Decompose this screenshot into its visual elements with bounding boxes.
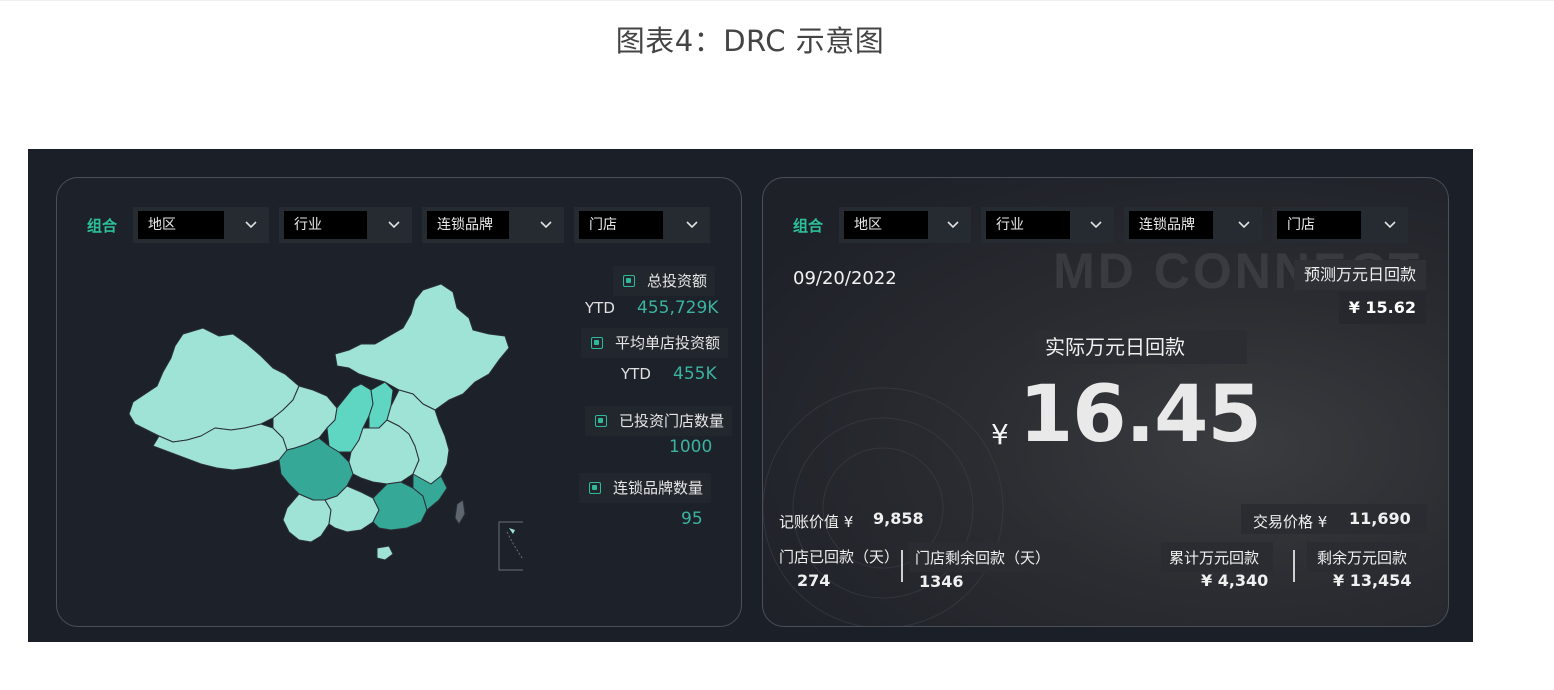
metric-label: 平均单店投资额: [615, 334, 721, 352]
store-dropdown[interactable]: 门店: [1272, 207, 1408, 243]
map-region-taiwan: [454, 499, 466, 525]
drc-dashboard: 组合 地区 行业 连锁品牌 门店 总投资额 YTD 455,729K 平均单店投…: [28, 149, 1473, 642]
legend-total-investment[interactable]: 总投资额: [613, 266, 716, 296]
trade-price-value: 11,690: [1349, 509, 1411, 528]
chevron-down-icon: [686, 221, 698, 229]
chevron-down-icon: [1238, 221, 1250, 229]
forecast-label: 预测万元日回款: [1294, 260, 1426, 290]
dropdown-label: 地区: [844, 211, 928, 239]
divider: [1293, 550, 1295, 582]
metric-label: 总投资额: [647, 272, 708, 290]
returned-days-label: 门店已回款（天）: [779, 548, 900, 566]
book-value-label: 记账价值 ¥: [779, 513, 854, 531]
actual-return-label: 实际万元日回款: [1035, 330, 1247, 364]
industry-dropdown[interactable]: 行业: [279, 207, 412, 243]
map-region-hainan: [376, 545, 394, 561]
chevron-down-icon: [1090, 221, 1102, 229]
region-dropdown[interactable]: 地区: [133, 207, 269, 243]
dropdown-label: 连锁品牌: [1129, 211, 1213, 239]
forecast-return: 预测万元日回款 ¥ 15.62: [1294, 260, 1426, 324]
chevron-down-icon: [245, 221, 257, 229]
store-dropdown[interactable]: 门店: [574, 207, 710, 243]
ytd-label: YTD: [621, 365, 651, 383]
returned-days-value: 274: [797, 571, 831, 590]
remaining-days-value: 1346: [919, 572, 964, 591]
dropdown-label: 连锁品牌: [427, 211, 509, 239]
chain-brand-dropdown[interactable]: 连锁品牌: [1124, 207, 1262, 243]
total-investment-value: 455,729K: [637, 298, 719, 318]
currency-symbol: ¥: [991, 418, 1009, 451]
stores-invested-value: 1000: [669, 437, 713, 457]
chevron-down-icon: [388, 221, 400, 229]
book-value: 9,858: [873, 509, 924, 528]
industry-dropdown[interactable]: 行业: [981, 207, 1114, 243]
top-divider: [0, 0, 1554, 1]
legend-avg-investment[interactable]: 平均单店投资额: [581, 328, 729, 358]
legend-chain-brands[interactable]: 连锁品牌数量: [579, 473, 712, 503]
chevron-down-icon: [947, 221, 959, 229]
legend-stores-invested[interactable]: 已投资门店数量: [585, 406, 733, 436]
forecast-value: ¥ 15.62: [1338, 292, 1426, 324]
trade-price-label: 交易价格 ¥: [1253, 513, 1328, 531]
chevron-down-icon: [1384, 221, 1396, 229]
dropdown-label: 门店: [1277, 211, 1361, 239]
ytd-label: YTD: [585, 299, 615, 317]
filter-bar: 组合 地区 行业 连锁品牌 门店: [793, 207, 1418, 243]
figure-title: 图表4：DRC 示意图: [615, 24, 885, 58]
remaining-value: ¥ 13,454: [1333, 571, 1412, 590]
dropdown-label: 行业: [986, 211, 1070, 239]
dropdown-label: 门店: [579, 211, 663, 239]
chevron-down-icon: [540, 221, 552, 229]
chain-brand-dropdown[interactable]: 连锁品牌: [422, 207, 564, 243]
divider: [901, 550, 903, 582]
toggle-icon: [623, 275, 635, 287]
toggle-icon: [591, 337, 603, 349]
remaining-label: 剩余万元回款: [1317, 549, 1408, 567]
china-map[interactable]: [123, 278, 523, 588]
toggle-icon: [589, 482, 601, 494]
dropdown-label: 地区: [138, 211, 224, 239]
cumulative-value: ¥ 4,340: [1201, 571, 1269, 590]
filter-bar: 组合 地区 行业 连锁品牌 门店: [87, 207, 720, 243]
dropdown-label: 行业: [284, 211, 367, 239]
remaining-days-label: 门店剩余回款（天）: [915, 549, 1051, 567]
toggle-icon: [595, 415, 607, 427]
combo-label[interactable]: 组合: [793, 215, 839, 236]
investment-panel: 组合 地区 行业 连锁品牌 门店 总投资额 YTD 455,729K 平均单店投…: [56, 177, 742, 627]
region-dropdown[interactable]: 地区: [839, 207, 971, 243]
return-panel: MD CONNECT 组合 地区 行业 连锁品牌 门店 09/20/2022 预…: [762, 177, 1449, 627]
cumulative-label: 累计万元回款: [1169, 549, 1260, 567]
chain-brands-value: 95: [681, 509, 703, 529]
avg-investment-value: 455K: [673, 364, 717, 384]
actual-return-value: 16.45: [1019, 370, 1262, 460]
metric-label: 已投资门店数量: [619, 412, 725, 430]
map-region-yunnan: [282, 493, 332, 543]
combo-label[interactable]: 组合: [87, 215, 133, 236]
metric-label: 连锁品牌数量: [613, 479, 704, 497]
report-date: 09/20/2022: [793, 268, 897, 289]
